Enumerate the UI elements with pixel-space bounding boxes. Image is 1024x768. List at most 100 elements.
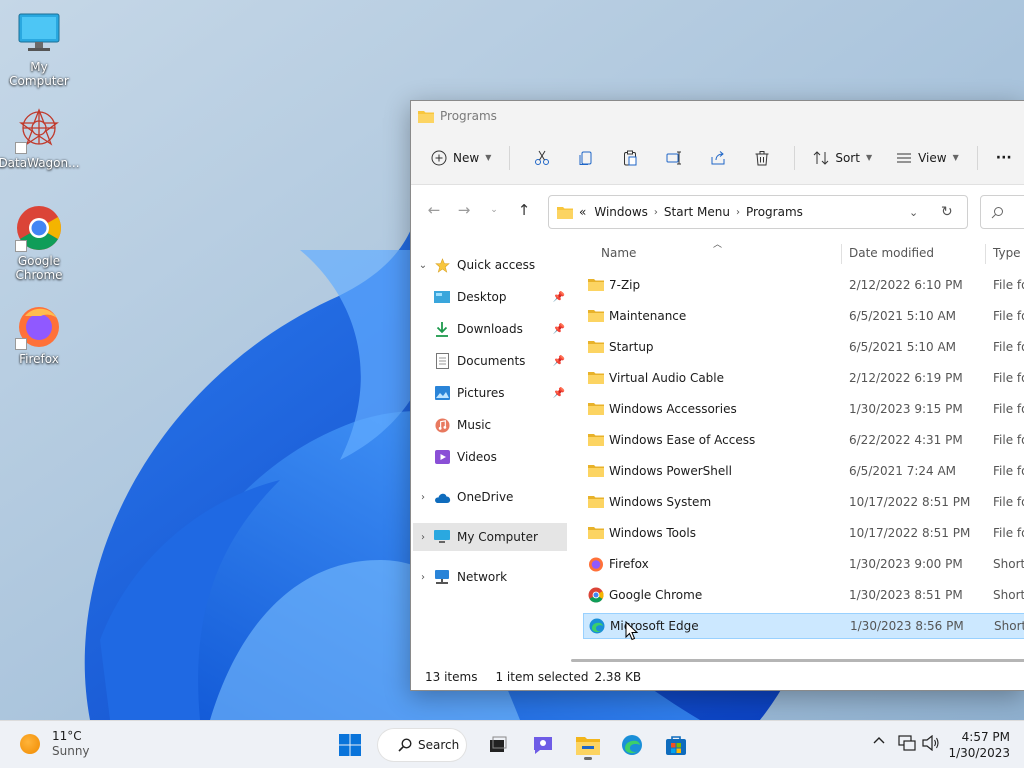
file-row[interactable]: 7-Zip 2/12/2022 6:10 PM File fo [583,272,1024,298]
sort-arrows-icon [813,150,829,165]
search-label: Search [418,738,460,752]
file-row[interactable]: Windows Tools 10/17/2022 8:51 PM File fo [583,520,1024,546]
sort-button-label: Sort [835,150,860,165]
share-button[interactable] [696,142,740,174]
network-status-button[interactable] [898,735,916,751]
file-row[interactable]: Windows Ease of Access 6/22/2022 4:31 PM F… [583,427,1024,453]
volume-button[interactable] [922,735,940,751]
toolbar-divider [976,145,978,170]
chevron-right-icon[interactable]: › [413,572,433,583]
file-type: Shorte [993,588,1024,602]
file-row[interactable]: Google Chrome 1/30/2023 8:51 PM Shorte [583,582,1024,608]
nav-my-computer[interactable]: › My Computer [413,523,567,551]
column-divider[interactable] [985,244,986,264]
desktop-icon-my-computer[interactable]: My Computer [0,10,78,88]
view-button[interactable]: View ▼ [888,142,967,174]
start-button[interactable] [334,729,366,761]
desktop-icon-label: Firefox [19,352,59,366]
file-row[interactable]: Windows PowerShell 6/5/2021 7:24 AM File f… [583,458,1024,484]
chevron-right-icon[interactable]: › [413,532,433,543]
file-type: File fo [993,433,1024,447]
nav-pictures[interactable]: Pictures 📌 [413,379,567,407]
edge-taskbar-button[interactable] [616,729,648,761]
address-dropdown-icon[interactable]: ⌄ [909,206,918,219]
back-button[interactable]: ← [419,201,449,219]
folder-icon [588,432,606,448]
item-count: 13 items [425,670,478,684]
copy-button[interactable] [564,142,608,174]
shortcut-arrow-icon [15,240,27,252]
copy-icon [579,151,592,165]
ethernet-icon [898,735,916,751]
file-row[interactable]: Windows Accessories 1/30/2023 9:15 PM File… [583,396,1024,422]
column-header-date[interactable]: Date modified [849,241,934,265]
task-view-button[interactable] [482,729,514,761]
forward-button[interactable]: → [449,201,479,219]
desktop-icon-google-chrome[interactable]: Google Chrome [0,204,78,282]
file-row[interactable]: Firefox 1/30/2023 9:00 PM Shorte [583,551,1024,577]
file-row[interactable]: Maintenance 6/5/2021 5:10 AM File fo [583,303,1024,329]
command-bar: New ▼ Sort ▼ View ▼ ··· [411,131,1024,185]
desktop-icon-datawagon[interactable]: DataWagon... [0,106,80,170]
file-explorer-taskbar-button[interactable] [572,729,604,761]
taskbar-clock[interactable]: 4:57 PM 1/30/2023 [946,729,1010,761]
folder-icon [588,401,606,417]
title-bar[interactable]: Programs [411,101,1024,131]
file-date-modified: 6/22/2022 4:31 PM [849,433,963,447]
more-options-button[interactable]: ··· [988,142,1020,174]
file-row[interactable]: Windows System 10/17/2022 8:51 PM File fo [583,489,1024,515]
chrome-icon [588,587,606,603]
chevron-down-icon: ▼ [485,153,492,162]
clock-time: 4:57 PM [961,730,1010,744]
chevron-right-icon[interactable]: › [413,492,433,503]
chat-button[interactable] [527,729,559,761]
nav-desktop[interactable]: Desktop 📌 [413,283,567,311]
document-icon [433,353,451,369]
new-button[interactable]: New ▼ [423,142,499,174]
view-button-label: View [918,150,947,165]
file-row[interactable]: Microsoft Edge 1/30/2023 8:56 PM Shorte [583,613,1024,639]
nav-downloads[interactable]: Downloads 📌 [413,315,567,343]
column-divider[interactable] [841,244,842,264]
nav-label: Pictures [457,386,505,400]
cut-button[interactable] [520,142,564,174]
column-header-type[interactable]: Type [993,241,1021,265]
nav-documents[interactable]: Documents 📌 [413,347,567,375]
search-input[interactable] [980,195,1024,229]
nav-music[interactable]: Music [413,411,567,439]
nav-label: Documents [457,354,526,368]
weather-widget[interactable]: 11°C Sunny [20,729,90,759]
firefox-icon [15,302,63,350]
column-header-name[interactable]: Name [601,241,636,265]
horizontal-scrollbar[interactable] [571,659,1024,662]
nav-videos[interactable]: Videos [413,443,567,471]
recent-locations-button[interactable]: ⌄ [479,205,509,215]
show-hidden-icons-button[interactable] [872,735,886,745]
nav-network[interactable]: › Network [413,563,567,591]
file-row[interactable]: Startup 6/5/2021 5:10 AM File fo [583,334,1024,360]
file-date-modified: 1/30/2023 8:51 PM [849,588,963,602]
breadcrumb-windows[interactable]: Windows [594,205,648,219]
address-bar[interactable]: « Windows › Start Menu › Programs ⌄ ↻ [548,195,968,229]
refresh-icon[interactable]: ↻ [941,204,953,220]
breadcrumb-start-menu[interactable]: Start Menu [664,205,730,219]
breadcrumb-programs[interactable]: Programs [746,205,803,219]
sort-button[interactable]: Sort ▼ [805,142,880,174]
up-button[interactable]: ↑ [509,201,539,219]
store-taskbar-button[interactable] [660,729,692,761]
nav-onedrive[interactable]: › OneDrive [413,483,567,511]
nav-quick-access[interactable]: ⌄ Quick access [413,251,567,279]
rename-button[interactable] [652,142,696,174]
desktop-icon-firefox[interactable]: Firefox [0,302,78,366]
chevron-down-icon[interactable]: ⌄ [413,260,433,271]
breadcrumb-overflow[interactable]: « [579,205,586,219]
file-type: File fo [993,371,1024,385]
desktop-icon [433,289,451,305]
file-row[interactable]: Virtual Audio Cable 2/12/2022 6:19 PM File… [583,365,1024,391]
delete-button[interactable] [740,142,784,174]
taskbar-search-button[interactable]: Search [378,729,466,761]
datawagon-logo-icon [15,106,63,154]
paste-button[interactable] [608,142,652,174]
file-name: Microsoft Edge [610,619,699,633]
folder-icon [588,370,606,386]
